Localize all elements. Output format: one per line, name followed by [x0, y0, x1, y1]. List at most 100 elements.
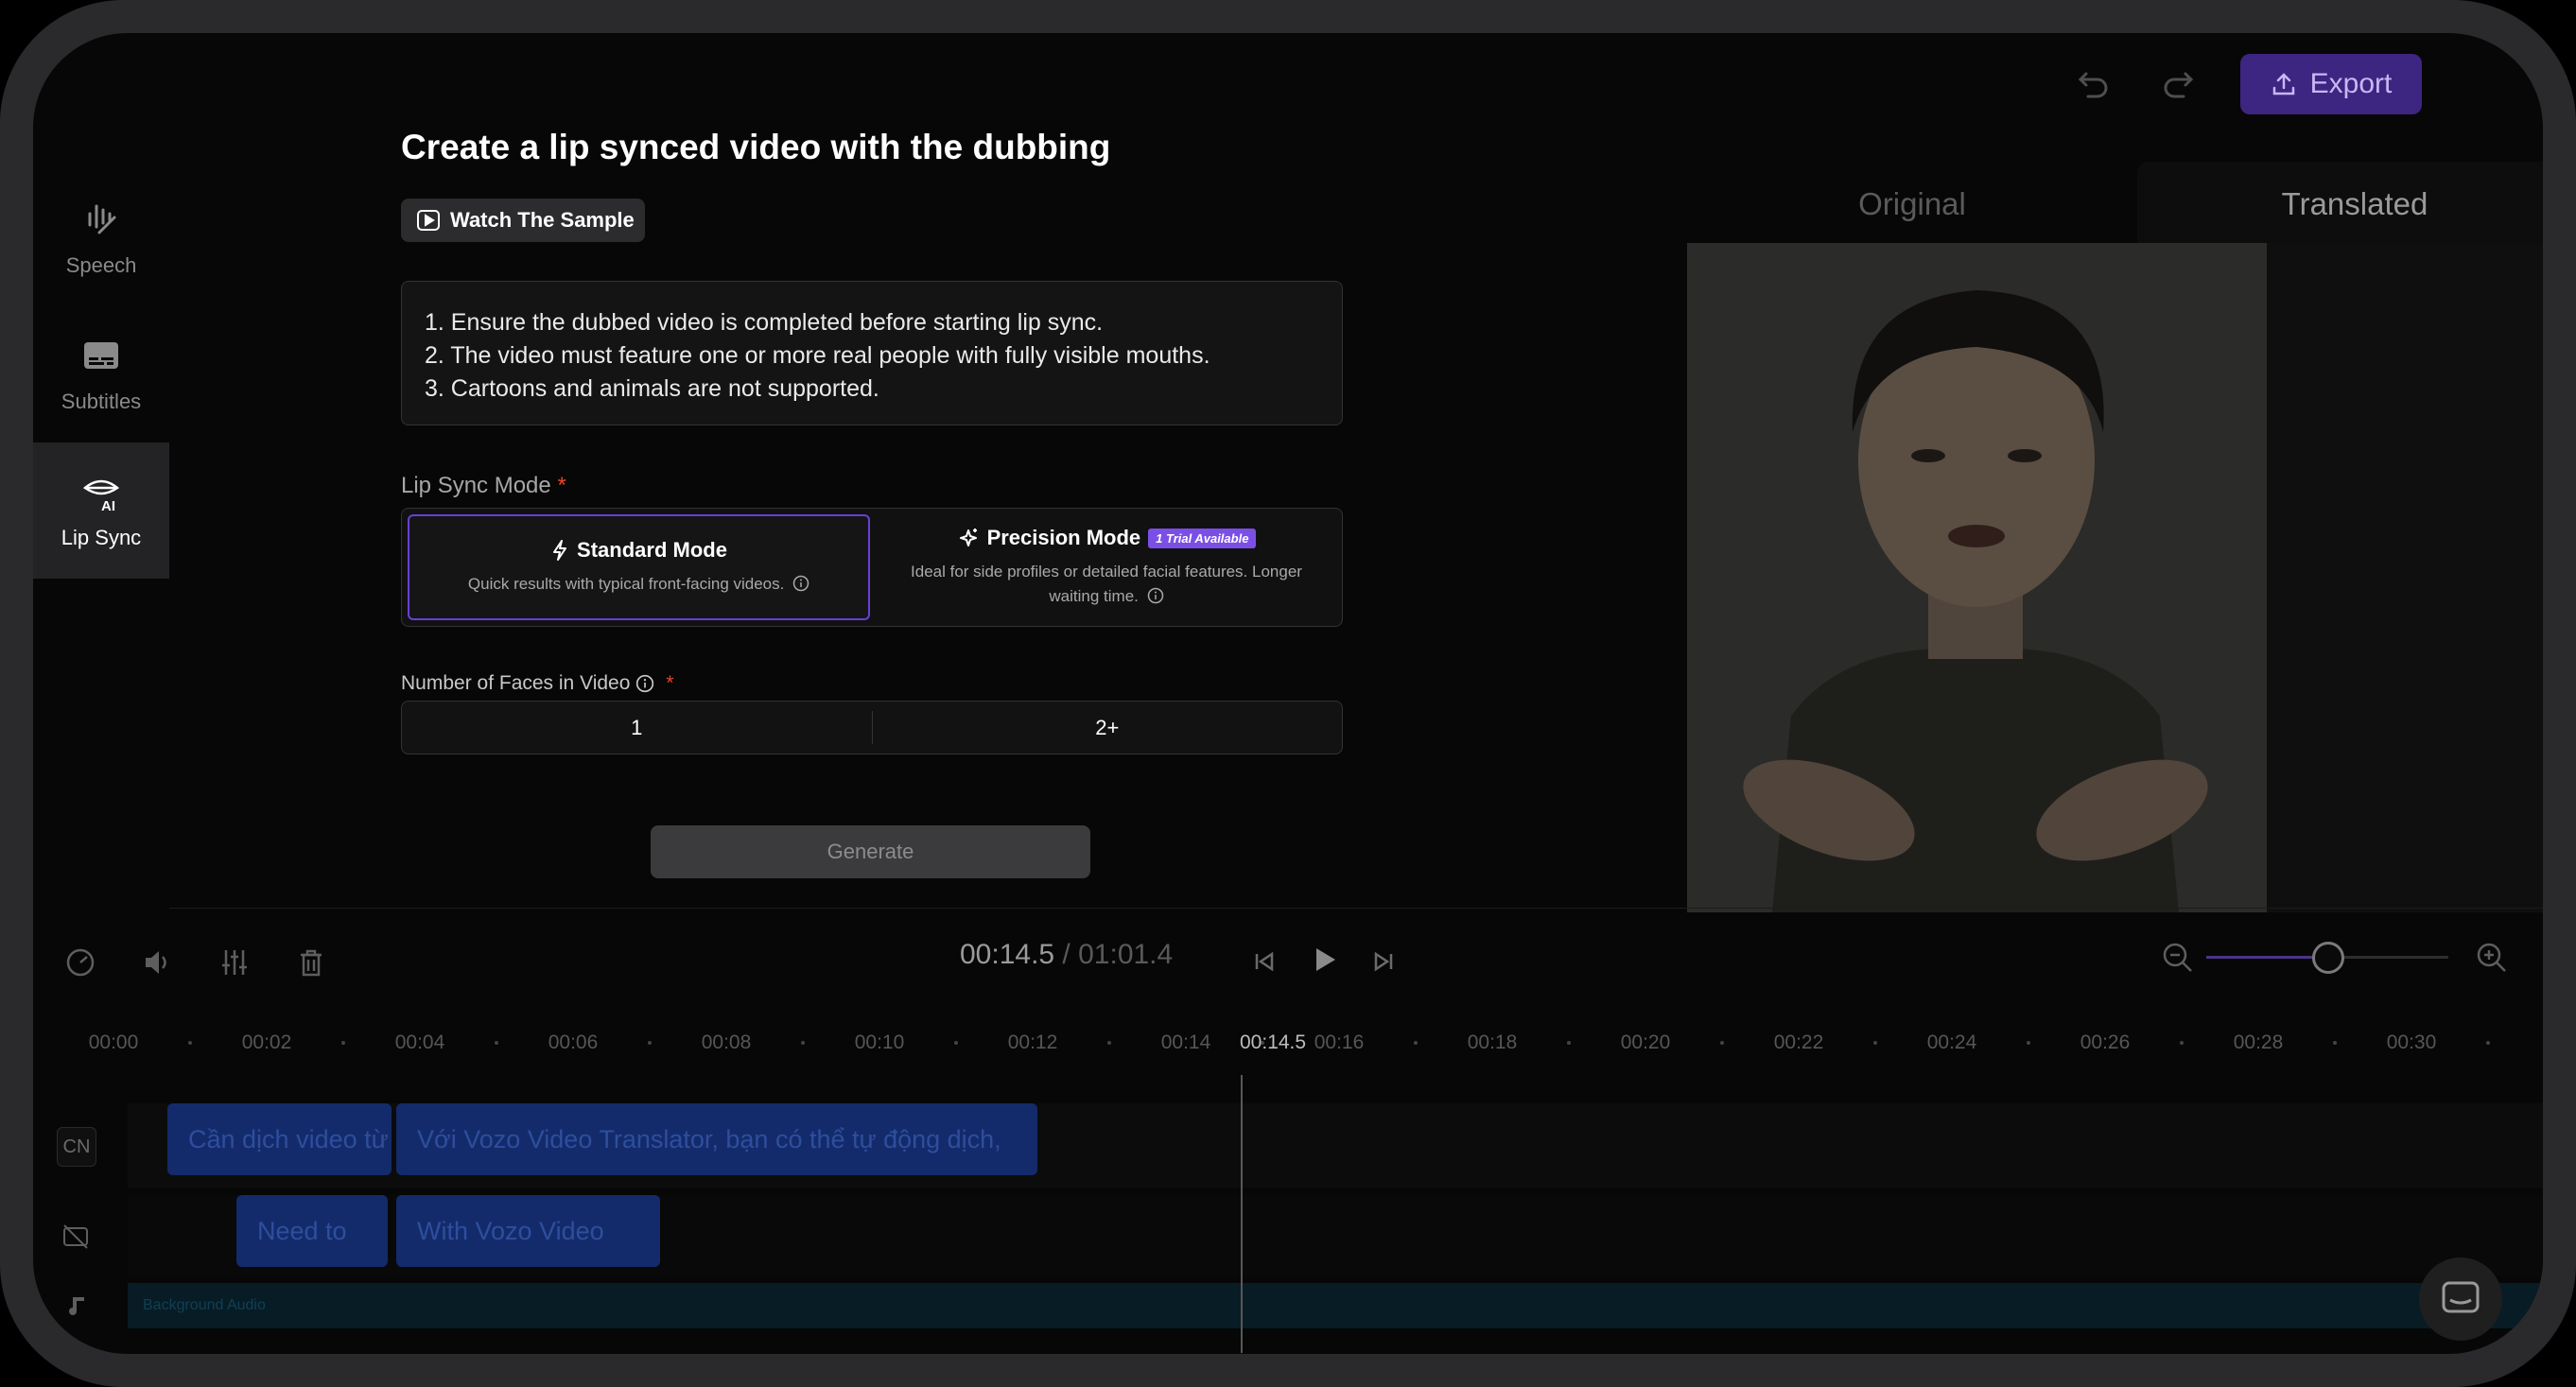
faces-label-text: Number of Faces in Video: [401, 672, 631, 694]
ruler-tick-dot: [2333, 1041, 2337, 1045]
playhead-line[interactable]: [1241, 1075, 1243, 1353]
speedometer-icon: [66, 948, 95, 977]
skip-back-button[interactable]: [1245, 943, 1283, 980]
precision-mode-option[interactable]: Precision Mode 1 Trial Available Ideal f…: [875, 514, 1338, 620]
undo-icon: [2078, 72, 2108, 98]
music-note-icon: [69, 1297, 84, 1315]
play-box-icon: [417, 210, 440, 231]
precision-mode-title: Precision Mode 1 Trial Available: [957, 526, 1257, 550]
background-audio-track[interactable]: Background Audio: [128, 1283, 2543, 1328]
zoom-out-button[interactable]: [2159, 939, 2197, 977]
skip-forward-button[interactable]: [1365, 943, 1402, 980]
faces-option-1[interactable]: 1: [402, 702, 872, 754]
watch-sample-label: Watch The Sample: [450, 208, 635, 232]
subtitle-clip[interactable]: Với Vozo Video Translator, bạn có thể tự…: [396, 1103, 1037, 1175]
sidebar-item-lip-sync[interactable]: AI Lip Sync: [33, 442, 169, 579]
ruler-tick-dot: [1873, 1041, 1877, 1045]
ruler-tick-label: 00:06: [548, 1032, 599, 1053]
zoom-in-button[interactable]: [2473, 939, 2511, 977]
track-language-badge: CN: [57, 1127, 96, 1167]
info-icon[interactable]: [792, 575, 809, 592]
ruler-tick-dot: [495, 1041, 498, 1045]
audio-track-label: Background Audio: [143, 1297, 266, 1313]
subtitle-clip[interactable]: Need to: [236, 1195, 388, 1267]
requirements-notes: 1. Ensure the dubbed video is completed …: [401, 281, 1343, 425]
ruler-tick-label: 00:12: [1007, 1032, 1058, 1053]
ruler-tick-dot: [648, 1041, 652, 1045]
info-icon[interactable]: [635, 674, 654, 693]
generate-button[interactable]: Generate: [651, 825, 1090, 878]
speed-button[interactable]: [61, 944, 99, 981]
ruler-tick-label: 00:20: [1620, 1032, 1671, 1053]
zoom-slider[interactable]: [2206, 942, 2448, 974]
required-mark: *: [666, 672, 674, 694]
ruler-tick-dot: [188, 1041, 192, 1045]
delete-button[interactable]: [292, 944, 330, 981]
device-frame: Speech Subtitles AI Lip Sync Export Crea…: [0, 0, 2576, 1387]
divider: [169, 908, 2543, 909]
standard-mode-desc-text: Quick results with typical front-facing …: [467, 575, 785, 593]
lip-sync-ai-icon: AI: [82, 479, 120, 512]
upload-icon: [2272, 73, 2294, 95]
subtitles-icon: [84, 342, 118, 369]
chat-icon: [2442, 1281, 2480, 1313]
undo-button[interactable]: [2067, 57, 2120, 110]
info-icon[interactable]: [1147, 587, 1164, 604]
ruler-tick-dot: [1567, 1041, 1571, 1045]
ruler-tick-label: 00:14: [1160, 1032, 1211, 1053]
sidebar-item-label: Lip Sync: [61, 526, 142, 549]
standard-mode-label: Standard Mode: [577, 538, 727, 562]
precision-mode-label: Precision Mode: [986, 526, 1141, 549]
standard-mode-option[interactable]: Standard Mode Quick results with typical…: [408, 514, 870, 620]
ruler-tick-dot: [1720, 1041, 1724, 1045]
subtitle-clip[interactable]: With Vozo Video: [396, 1195, 660, 1267]
chat-support-button[interactable]: [2419, 1257, 2502, 1341]
total-time: 01:01.4: [1078, 939, 1174, 970]
ruler-tick-label: 00:28: [2233, 1032, 2284, 1053]
mode-label-text: Lip Sync Mode: [401, 473, 551, 498]
ruler-tick-dot: [2180, 1041, 2184, 1045]
standard-mode-desc: Quick results with typical front-facing …: [449, 572, 828, 597]
hide-track-button[interactable]: [57, 1218, 95, 1256]
note-line: 3. Cartoons and animals are not supporte…: [425, 375, 879, 402]
ruler-tick-label: 00:30: [2386, 1032, 2437, 1053]
note-line: 2. The video must feature one or more re…: [425, 342, 1210, 369]
playback-time: 00:14.5 / 01:01.4: [960, 939, 1173, 971]
tab-original[interactable]: Original: [1687, 162, 2137, 247]
ruler-tick-label: 00:24: [1926, 1032, 1977, 1053]
sidebar-item-subtitles[interactable]: Subtitles: [33, 306, 169, 442]
ruler-tick-label: 00:00: [88, 1032, 139, 1053]
export-button[interactable]: Export: [2240, 54, 2422, 114]
play-button[interactable]: [1305, 941, 1343, 979]
lip-sync-mode-label: Lip Sync Mode *: [401, 473, 566, 499]
adjust-button[interactable]: [216, 944, 253, 981]
ruler-tick-label: 00:22: [1773, 1032, 1824, 1053]
skip-previous-icon: [1255, 951, 1274, 972]
faces-count-selector: 1 2+: [401, 701, 1343, 754]
precision-mode-desc-text: Ideal for side profiles or detailed faci…: [911, 563, 1302, 605]
trial-badge: 1 Trial Available: [1148, 528, 1257, 548]
subtitles-off-icon: [63, 1224, 88, 1249]
ruler-tick-label: 00:02: [241, 1032, 292, 1053]
zoom-slider-handle[interactable]: [2312, 942, 2344, 974]
watch-sample-button[interactable]: Watch The Sample: [401, 199, 645, 242]
time-separator: /: [1054, 939, 1079, 970]
playhead-time-label: 00:14.5: [1240, 1032, 1307, 1053]
ruler-tick-label: 00:04: [394, 1032, 445, 1053]
ruler-tick-label: 00:10: [854, 1032, 905, 1053]
ruler-tick-dot: [954, 1041, 958, 1045]
redo-button[interactable]: [2151, 57, 2204, 110]
audio-track-icon-wrap: [57, 1287, 95, 1325]
ruler-tick-label: 00:08: [701, 1032, 752, 1053]
sparkle-icon: [959, 529, 977, 546]
ruler-tick-dot: [341, 1041, 345, 1045]
app-screen: Speech Subtitles AI Lip Sync Export Crea…: [33, 33, 2543, 1354]
lip-sync-mode-selector: Standard Mode Quick results with typical…: [401, 508, 1343, 627]
faces-option-2plus[interactable]: 2+: [873, 702, 1343, 754]
volume-button[interactable]: [139, 944, 177, 981]
zoom-in-icon: [2477, 943, 2506, 972]
sidebar-item-speech[interactable]: Speech: [33, 170, 169, 306]
subtitle-clip[interactable]: Cần dịch video từ: [167, 1103, 392, 1175]
tab-translated[interactable]: Translated: [2137, 162, 2543, 247]
video-preview[interactable]: [1687, 243, 2267, 912]
